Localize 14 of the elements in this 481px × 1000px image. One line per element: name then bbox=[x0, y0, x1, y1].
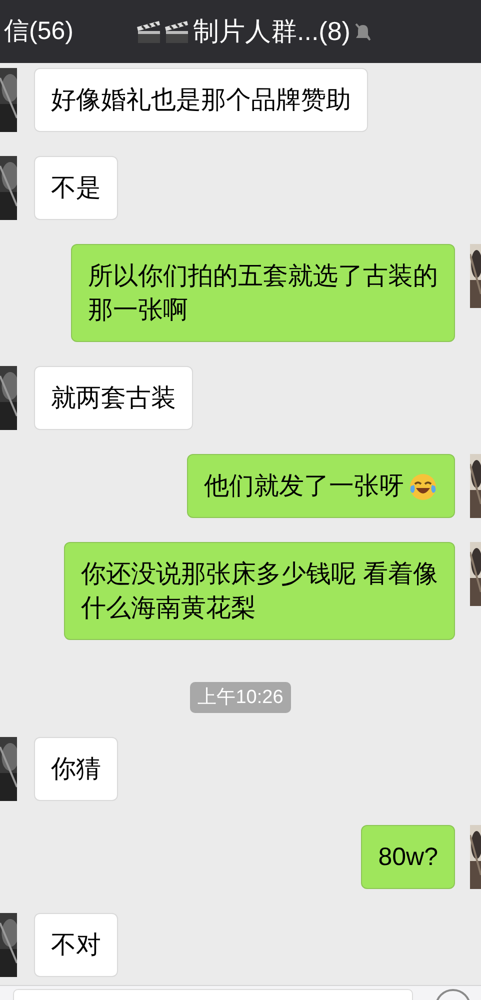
message-text: 你还没说那张床多少钱呢 看着像 什么海南黄花梨 bbox=[81, 560, 438, 622]
message-text: 他们就发了一张呀 bbox=[204, 472, 438, 500]
chat-title: 制片人群...(8) bbox=[193, 15, 350, 48]
clapperboard-icon bbox=[135, 18, 163, 44]
message-text: 就两套古装 bbox=[51, 384, 176, 412]
message-text: 80w? bbox=[378, 843, 438, 871]
back-link[interactable]: 信(56) bbox=[4, 12, 74, 50]
message-text: 你猜 bbox=[51, 755, 101, 783]
message-text: 不是 bbox=[51, 174, 101, 202]
message-text: 好像婚礼也是那个品牌赞助 bbox=[51, 86, 351, 114]
timestamp: 上午10:26 bbox=[190, 682, 292, 713]
message-text: 不对 bbox=[51, 931, 101, 959]
message-text: 所以你们拍的五套就选了古装的 那一张啊 bbox=[88, 262, 438, 324]
clapperboard-icon bbox=[163, 18, 191, 44]
